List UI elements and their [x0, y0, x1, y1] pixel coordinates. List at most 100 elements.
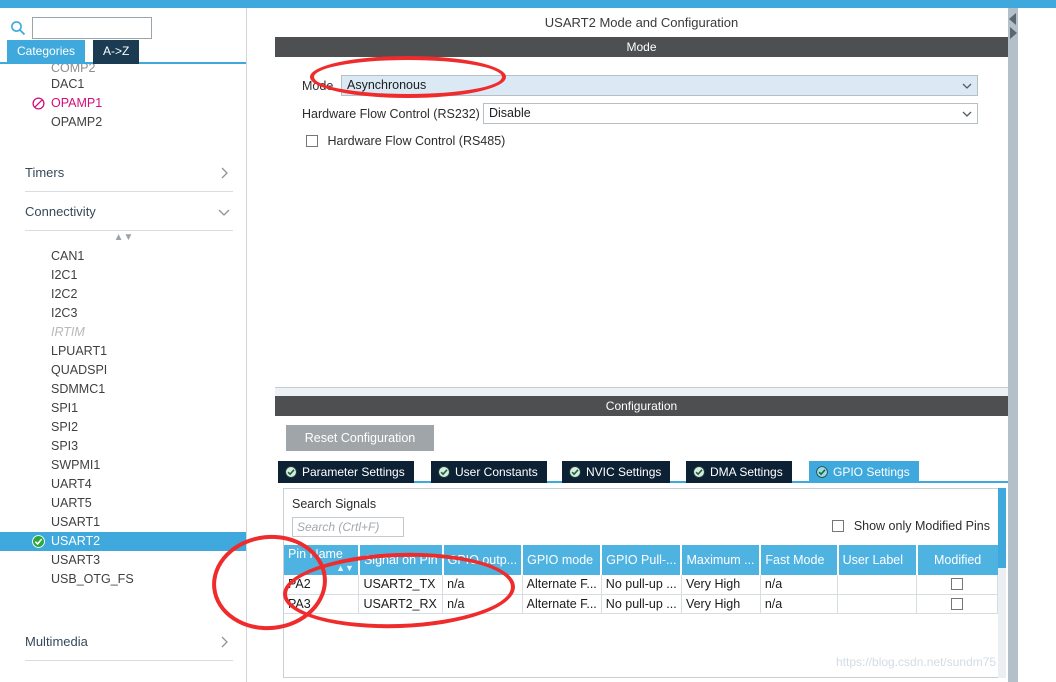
- pin-configuration-table: Pin Name ▲▼ Signal on Pin GPIO outp... G…: [284, 545, 998, 614]
- modified-checkbox[interactable]: [951, 578, 964, 591]
- chevron-down-icon: [962, 83, 972, 89]
- column-header-gpio-output[interactable]: GPIO outp...: [442, 545, 524, 575]
- cell-pin-name: PA2: [284, 575, 360, 595]
- cell-modified[interactable]: [916, 594, 998, 614]
- flow-control-rs485-row[interactable]: Hardware Flow Control (RS485): [306, 133, 505, 149]
- list-item-spi3[interactable]: SPI3: [0, 437, 246, 456]
- show-only-modified-pins-label: Show only Modified Pins: [853, 519, 990, 533]
- list-item-quadspi[interactable]: QUADSPI: [0, 361, 246, 380]
- gpio-pane-scrollbar-thumb[interactable]: [998, 488, 1006, 568]
- list-item-swpmi1[interactable]: SWPMI1: [0, 456, 246, 475]
- list-item-lpuart1[interactable]: LPUART1: [0, 342, 246, 361]
- panel-splitter[interactable]: [1008, 8, 1018, 682]
- list-item-usb-otg-fs[interactable]: USB_OTG_FS: [0, 570, 246, 589]
- list-item-sdmmc1[interactable]: SDMMC1: [0, 380, 246, 399]
- configuration-tabstrip: Parameter Settings User Constants NVIC S…: [278, 461, 1008, 483]
- tab-label: DMA Settings: [710, 465, 783, 479]
- group-label: Multimedia: [25, 634, 88, 649]
- group-header-timers[interactable]: Timers: [25, 158, 233, 192]
- flow-control-rs232-select[interactable]: Disable: [483, 103, 978, 124]
- mode-select[interactable]: Asynchronous: [341, 75, 978, 96]
- show-only-modified-pins-row[interactable]: Show only Modified Pins: [832, 517, 990, 535]
- group-header-multimedia[interactable]: Multimedia: [25, 627, 233, 661]
- column-header-gpio-pull[interactable]: GPIO Pull-...: [601, 545, 683, 575]
- list-item-opamp1[interactable]: OPAMP1: [0, 94, 246, 113]
- list-item-usart2[interactable]: USART2: [0, 532, 246, 551]
- list-item-spi1[interactable]: SPI1: [0, 399, 246, 418]
- check-circle-icon: [438, 466, 450, 478]
- cell-fast-mode[interactable]: n/a: [760, 575, 839, 595]
- cell-modified[interactable]: [916, 575, 998, 595]
- list-item-i2c3[interactable]: I2C3: [0, 304, 246, 323]
- chevron-down-icon: [962, 111, 972, 117]
- check-circle-icon: [285, 466, 297, 478]
- reset-configuration-button[interactable]: Reset Configuration: [286, 425, 434, 451]
- cell-user-label[interactable]: [837, 575, 918, 595]
- tab-user-constants[interactable]: User Constants: [431, 461, 547, 483]
- configuration-area: USART2 Mode and Configuration Mode Mode …: [275, 8, 1008, 682]
- column-header-user-label[interactable]: User Label: [837, 545, 918, 575]
- cell-gpio-output[interactable]: n/a: [442, 594, 523, 614]
- search-signals-input[interactable]: Search (Crtl+F): [292, 517, 404, 537]
- flow-control-rs485-checkbox[interactable]: [306, 135, 318, 147]
- column-header-fast-mode[interactable]: Fast Mode: [760, 545, 839, 575]
- cell-gpio-mode[interactable]: Alternate F...: [522, 575, 602, 595]
- gpio-settings-pane: Search Signals Search (Crtl+F) Show only…: [283, 488, 999, 678]
- column-header-modified[interactable]: Modified: [916, 545, 998, 575]
- cell-maximum-speed[interactable]: Very High: [681, 594, 761, 614]
- chevron-down-icon: [218, 209, 230, 216]
- group-label: Timers: [25, 165, 65, 180]
- watermark: https://blog.csdn.net/sundm75: [836, 655, 997, 669]
- peripheral-category-list: COMP2 DAC1 OPAMP1 OPAMP2 Timers Connecti…: [0, 64, 246, 674]
- tab-nvic-settings[interactable]: NVIC Settings: [562, 461, 671, 483]
- group-header-connectivity[interactable]: Connectivity: [25, 197, 233, 231]
- list-item-usart3[interactable]: USART3: [0, 551, 246, 570]
- tab-categories[interactable]: Categories: [7, 40, 86, 64]
- splitter-collapse-arrows[interactable]: [1005, 10, 1021, 50]
- chevron-left-icon: [1009, 13, 1016, 25]
- modified-checkbox[interactable]: [951, 597, 964, 610]
- table-row[interactable]: PA3 USART2_RX n/a Alternate F... No pull…: [284, 594, 998, 614]
- list-item-i2c1[interactable]: I2C1: [0, 266, 246, 285]
- column-label: Pin Name: [288, 547, 343, 561]
- cell-user-label[interactable]: [837, 594, 918, 614]
- flow-control-rs232-value: Disable: [489, 106, 531, 120]
- mode-field-row: Mode Asynchronous: [275, 75, 1008, 97]
- list-item-irtim[interactable]: IRTIM: [0, 323, 246, 342]
- cell-gpio-mode[interactable]: Alternate F...: [522, 594, 602, 614]
- column-header-gpio-mode[interactable]: GPIO mode: [522, 545, 603, 575]
- list-scroll-up-handle[interactable]: ▲▼: [0, 231, 246, 247]
- cell-fast-mode[interactable]: n/a: [760, 594, 839, 614]
- cell-gpio-pull[interactable]: No pull-up ...: [601, 594, 682, 614]
- list-item-label: OPAMP1: [51, 96, 103, 110]
- tab-a-to-z[interactable]: A->Z: [93, 40, 140, 64]
- column-header-signal-on-pin[interactable]: Signal on Pin: [358, 545, 444, 575]
- cell-gpio-output[interactable]: n/a: [442, 575, 523, 595]
- list-item-uart5[interactable]: UART5: [0, 494, 246, 513]
- page-title: USART2 Mode and Configuration: [275, 8, 1008, 37]
- list-item-spi2[interactable]: SPI2: [0, 418, 246, 437]
- peripheral-search-input[interactable]: [32, 17, 152, 39]
- tree-tabstrip: Categories A->Z: [0, 40, 246, 64]
- gear-icon[interactable]: [245, 19, 247, 37]
- column-header-pin-name[interactable]: Pin Name ▲▼: [284, 545, 360, 575]
- list-item-i2c2[interactable]: I2C2: [0, 285, 246, 304]
- search-signals-label: Search Signals: [292, 497, 377, 511]
- table-row[interactable]: PA2 USART2_TX n/a Alternate F... No pull…: [284, 575, 998, 595]
- list-item-can1[interactable]: CAN1: [0, 247, 246, 266]
- tab-parameter-settings[interactable]: Parameter Settings: [278, 461, 414, 483]
- column-header-maximum-speed[interactable]: Maximum ...: [681, 545, 762, 575]
- list-item-uart4[interactable]: UART4: [0, 475, 246, 494]
- list-item-usart1[interactable]: USART1: [0, 513, 246, 532]
- check-circle-icon: [32, 535, 45, 548]
- chevron-right-icon: [1010, 27, 1017, 39]
- list-item-comp2[interactable]: COMP2: [0, 64, 246, 75]
- show-only-modified-pins-checkbox[interactable]: [832, 520, 845, 532]
- cell-gpio-pull[interactable]: No pull-up ...: [601, 575, 682, 595]
- tab-gpio-settings[interactable]: GPIO Settings: [809, 461, 919, 483]
- cell-maximum-speed[interactable]: Very High: [681, 575, 761, 595]
- tab-dma-settings[interactable]: DMA Settings: [686, 461, 792, 483]
- list-item-dac1[interactable]: DAC1: [0, 75, 246, 94]
- list-item-opamp2[interactable]: OPAMP2: [0, 113, 246, 132]
